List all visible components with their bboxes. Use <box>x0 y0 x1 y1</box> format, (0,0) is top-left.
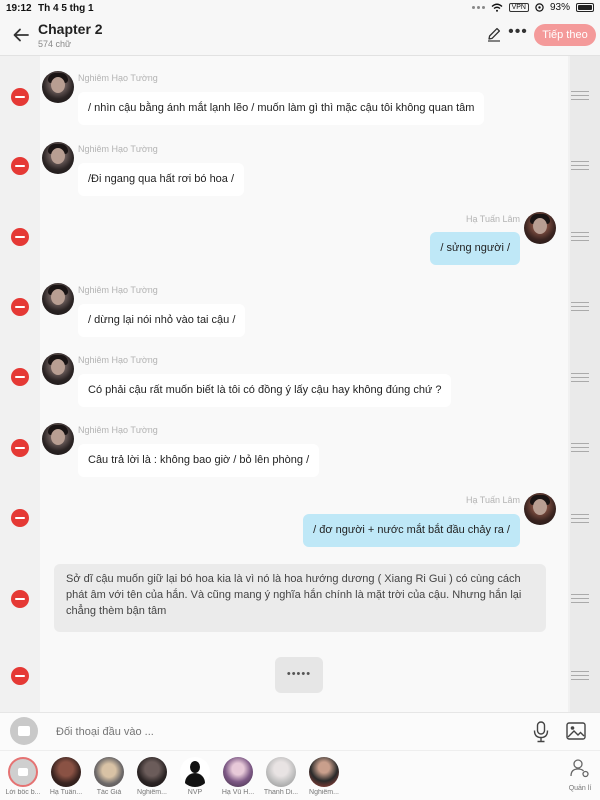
avatar <box>51 757 81 787</box>
character-chip[interactable]: Lời bốc b... <box>0 755 46 799</box>
edit-button[interactable] <box>486 26 504 44</box>
speaker-name: Nghiêm Hạo Tường <box>78 73 158 83</box>
battery-percent: 93% <box>549 2 570 13</box>
follow-button[interactable]: Tiếp theo <box>534 24 596 46</box>
status-dots-icon <box>471 6 485 9</box>
status-bar: 19:12 Th 4 5 thg 1 VPN 93% <box>0 0 600 16</box>
avatar <box>524 493 556 525</box>
avatar <box>223 757 253 787</box>
chapter-title: Chapter 2 <box>38 21 103 37</box>
location-icon <box>535 3 544 12</box>
character-label: Lời bốc b... <box>5 789 41 796</box>
person-manage-icon <box>570 759 589 778</box>
character-label: Tác Giả <box>96 789 122 796</box>
narration-bubble[interactable]: Sở dĩ cậu muốn giữ lại bó hoa kia là vì … <box>54 564 546 632</box>
message-bubble[interactable]: / sửng người / <box>430 232 520 265</box>
message-bubble[interactable]: /Đi ngang qua hất rơi bó hoa / <box>78 163 245 196</box>
avatar <box>309 757 339 787</box>
composer <box>0 712 600 750</box>
character-bar: Lời bốc b... Hạ Tuấn... Tác Giả Nghiêm..… <box>0 750 600 800</box>
character-label: Hạ Tuấn... <box>49 789 83 796</box>
avatar <box>524 212 556 244</box>
arrow-left-icon <box>13 28 29 42</box>
character-label: NVP <box>187 789 203 796</box>
message-bubble[interactable]: / đơ người + nước mắt bắt đầu chảy ra / <box>303 514 520 547</box>
character-label: Thanh Di... <box>263 789 299 796</box>
header: Chapter 2 574 chữ ••• Tiếp theo <box>0 16 600 56</box>
delete-message-button[interactable] <box>11 667 29 685</box>
avatar <box>42 283 74 315</box>
message-bubble[interactable]: Câu trả lời là : không bao giờ / bỏ lên … <box>78 444 320 477</box>
drag-handle-icon[interactable] <box>571 671 589 680</box>
character-label: Hạ Vũ H... <box>221 789 255 796</box>
delete-message-button[interactable] <box>11 157 29 175</box>
typing-indicator[interactable]: ••••• <box>275 657 323 693</box>
speaker-name: Nghiêm Hạo Tường <box>78 425 158 435</box>
drag-handle-icon[interactable] <box>571 514 589 523</box>
narration-avatar-icon <box>8 757 38 787</box>
status-indicators: VPN 93% <box>471 2 594 13</box>
avatar <box>42 423 74 455</box>
speaker-name: Hạ Tuấn Lâm <box>465 495 520 505</box>
image-button[interactable] <box>566 722 588 742</box>
drag-handle-icon[interactable] <box>571 91 589 100</box>
avatar <box>42 71 74 103</box>
avatar <box>42 142 74 174</box>
chat-area[interactable]: Nghiêm Hạo Tường / nhìn cậu bằng ánh mắt… <box>0 56 600 712</box>
speaker-name: Nghiêm Hạo Tường <box>78 285 158 295</box>
delete-message-button[interactable] <box>11 439 29 457</box>
person-silhouette-icon <box>180 757 210 787</box>
drag-handle-icon[interactable] <box>571 161 589 170</box>
drag-handle-icon[interactable] <box>571 373 589 382</box>
speaker-name: Hạ Tuấn Lâm <box>465 214 520 224</box>
pencil-icon <box>488 27 501 42</box>
speaker-name: Nghiêm Hạo Tường <box>78 144 158 154</box>
drag-handle-icon[interactable] <box>571 594 589 603</box>
reorder-column <box>570 56 600 712</box>
character-chip[interactable]: Nghiêm... <box>301 755 347 799</box>
speaker-name: Nghiêm Hạo Tường <box>78 355 158 365</box>
character-chip[interactable]: Thanh Di... <box>258 755 304 799</box>
image-icon <box>566 722 586 740</box>
status-date: Th 4 5 thg 1 <box>38 3 94 14</box>
drag-handle-icon[interactable] <box>571 302 589 311</box>
wifi-icon <box>491 3 503 12</box>
message-bubble[interactable]: / dừng lại nói nhỏ vào tai cậu / <box>78 304 246 337</box>
manage-characters-button[interactable]: Quản lí <box>566 757 594 797</box>
narration-toggle-button[interactable] <box>10 717 38 745</box>
character-chip[interactable]: Tác Giả <box>86 755 132 799</box>
character-chip[interactable]: Hạ Vũ H... <box>215 755 261 799</box>
drag-handle-icon[interactable] <box>571 232 589 241</box>
delete-message-button[interactable] <box>11 88 29 106</box>
character-chip[interactable]: Nghiêm... <box>129 755 175 799</box>
avatar <box>137 757 167 787</box>
character-chip[interactable]: Hạ Tuấn... <box>43 755 89 799</box>
more-button[interactable]: ••• <box>508 24 528 44</box>
delete-message-button[interactable] <box>11 228 29 246</box>
avatar <box>266 757 296 787</box>
microphone-button[interactable] <box>532 721 552 743</box>
message-bubble[interactable]: / nhìn cậu bằng ánh mắt lạnh lẽo / muốn … <box>78 92 485 125</box>
vpn-badge: VPN <box>508 3 529 12</box>
back-button[interactable] <box>10 24 32 46</box>
delete-message-button[interactable] <box>11 298 29 316</box>
battery-icon <box>576 3 594 12</box>
manage-label: Quản lí <box>568 785 592 792</box>
dialogue-input[interactable] <box>56 723 516 741</box>
delete-message-button[interactable] <box>11 509 29 527</box>
drag-handle-icon[interactable] <box>571 443 589 452</box>
status-time: 19:12 <box>6 3 32 14</box>
more-dots-icon: ••• <box>508 23 528 40</box>
delete-message-button[interactable] <box>11 590 29 608</box>
avatar <box>42 353 74 385</box>
character-chip[interactable]: NVP <box>172 755 218 799</box>
microphone-icon <box>533 721 549 743</box>
character-label: Nghiêm... <box>309 789 339 796</box>
delete-message-button[interactable] <box>11 368 29 386</box>
avatar <box>94 757 124 787</box>
message-bubble[interactable]: Có phải cậu rất muốn biết là tôi có đồng… <box>78 374 452 407</box>
character-label: Nghiêm... <box>137 789 167 796</box>
word-count: 574 chữ <box>38 39 72 49</box>
